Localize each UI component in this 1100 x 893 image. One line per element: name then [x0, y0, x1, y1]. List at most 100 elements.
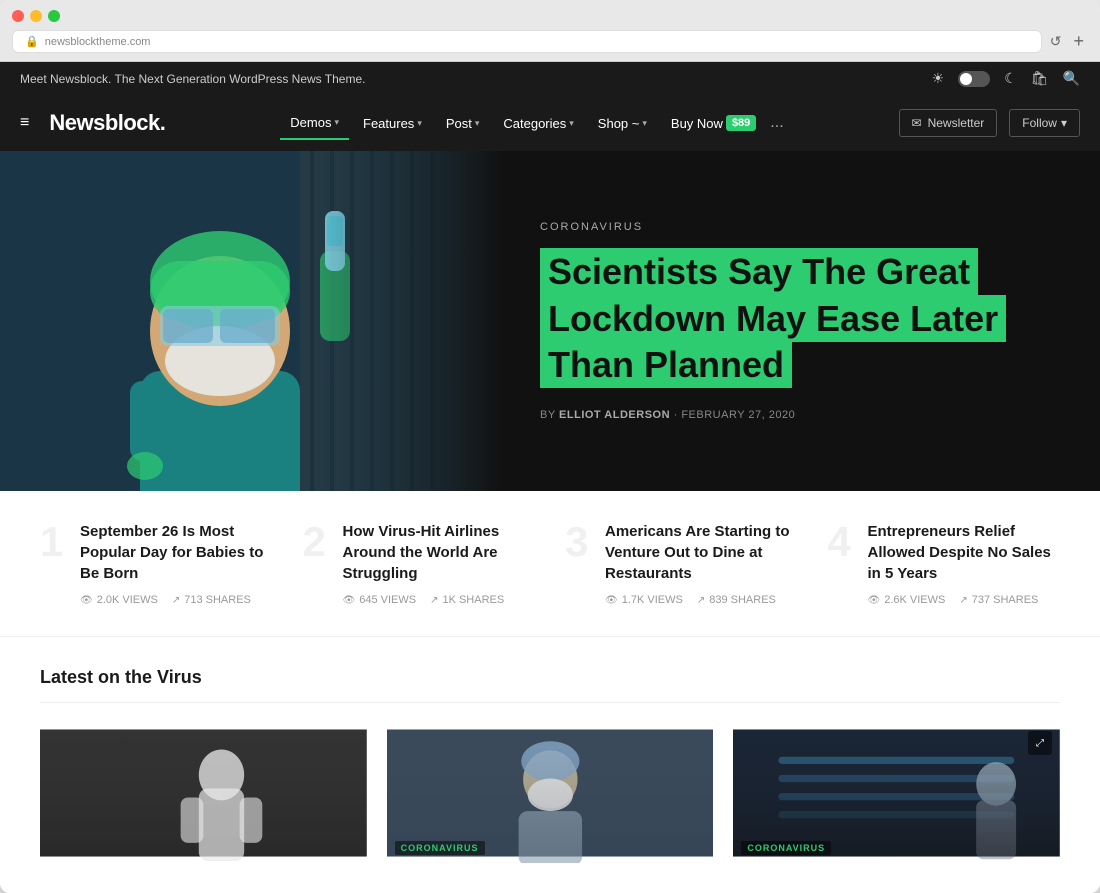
trending-item-3[interactable]: 3 Americans Are Starting to Venture Out …	[565, 521, 798, 606]
browser-chrome: 🔒 newsblocktheme.com ↺ +	[0, 0, 1100, 62]
eye-icon: 👁	[343, 595, 356, 606]
hero-section: CORONAVIRUS Scientists Say The Great Loc…	[0, 151, 1100, 491]
trending-item-1[interactable]: 1 September 26 Is Most Popular Day for B…	[40, 521, 273, 606]
trending-meta-3: 👁 1.7K VIEWS ↗ 839 SHARES	[605, 594, 798, 606]
eye-icon: 👁	[80, 595, 93, 606]
hero-date: FEBRUARY 27, 2020	[681, 409, 795, 421]
trending-meta-4: 👁 2.6K VIEWS ↗ 737 SHARES	[868, 594, 1061, 606]
share-icon: ↗	[959, 595, 967, 606]
shares-2: ↗ 1K SHARES	[430, 594, 504, 606]
trending-number-3: 3	[565, 521, 588, 563]
hero-content: CORONAVIRUS Scientists Say The Great Loc…	[500, 151, 1100, 491]
nav-buy-now[interactable]: Buy Now $89	[661, 107, 766, 139]
expand-icon-3[interactable]: ⤢	[1028, 731, 1052, 755]
trending-item-2[interactable]: 2 How Virus-Hit Airlines Around the Worl…	[303, 521, 536, 606]
browser-window: 🔒 newsblocktheme.com ↺ + Meet Newsblock.…	[0, 0, 1100, 893]
bag-icon[interactable]: 🛍	[1031, 70, 1049, 87]
card1-image-svg	[40, 723, 367, 863]
share-icon: ↗	[172, 595, 180, 606]
top-notice-right: ☀ ☾ 🛍 🔍	[932, 70, 1080, 87]
notice-text: Meet Newsblock. The Next Generation Word…	[20, 72, 365, 86]
trending-number-4: 4	[828, 521, 851, 563]
hero-image	[0, 151, 500, 491]
hamburger-menu[interactable]: ≡	[20, 114, 29, 132]
chevron-down-icon: ▾	[1061, 116, 1067, 130]
nav-features[interactable]: Features ▾	[353, 108, 432, 139]
url-text: newsblocktheme.com	[45, 36, 151, 48]
share-icon: ↗	[430, 595, 438, 606]
price-badge: $89	[726, 115, 756, 131]
trending-title-4: Entrepreneurs Relief Allowed Despite No …	[868, 521, 1061, 584]
nav-categories[interactable]: Categories ▾	[493, 108, 583, 139]
minimize-button[interactable]	[30, 10, 42, 22]
shares-4: ↗ 737 SHARES	[959, 594, 1038, 606]
newsletter-button[interactable]: ✉ Newsletter	[899, 109, 998, 137]
hero-title: Scientists Say The Great Lockdown May Ea…	[540, 249, 1060, 389]
section-title: Latest on the Virus	[40, 667, 1060, 703]
trending-number-2: 2	[303, 521, 326, 563]
views-2: 👁 645 VIEWS	[343, 594, 417, 606]
maximize-button[interactable]	[48, 10, 60, 22]
website-content: Meet Newsblock. The Next Generation Word…	[0, 62, 1100, 893]
views-1: 👁 2.0K VIEWS	[80, 594, 158, 606]
sun-icon[interactable]: ☀	[932, 70, 945, 87]
lock-icon: 🔒	[25, 35, 39, 48]
trending-number-1: 1	[40, 521, 63, 563]
dark-mode-toggle[interactable]	[958, 71, 990, 87]
moon-icon[interactable]: ☾	[1004, 70, 1017, 87]
trending-item-4[interactable]: 4 Entrepreneurs Relief Allowed Despite N…	[828, 521, 1061, 606]
nav-right: ✉ Newsletter Follow ▾	[899, 109, 1080, 137]
trending-section: 1 September 26 Is Most Popular Day for B…	[0, 491, 1100, 637]
nav-left: ≡ Newsblock.	[20, 110, 165, 136]
nav-post[interactable]: Post ▾	[436, 108, 490, 139]
top-notice-bar: Meet Newsblock. The Next Generation Word…	[0, 62, 1100, 95]
address-bar[interactable]: 🔒 newsblocktheme.com	[12, 30, 1042, 53]
latest-card-2[interactable]: CORONAVIRUS	[387, 723, 714, 873]
card2-category: CORONAVIRUS	[395, 841, 485, 855]
nav-shop[interactable]: Shop ~ ▾	[588, 108, 657, 139]
latest-section: Latest on the Virus	[0, 637, 1100, 893]
search-icon[interactable]: 🔍	[1063, 70, 1080, 87]
card3-category: CORONAVIRUS	[741, 841, 831, 855]
logo-text: Newsblock.	[49, 110, 165, 135]
shares-1: ↗ 713 SHARES	[172, 594, 251, 606]
follow-button[interactable]: Follow ▾	[1009, 109, 1080, 137]
hero-author-prefix: BY	[540, 409, 555, 421]
latest-card-image-2: CORONAVIRUS	[387, 723, 714, 863]
latest-grid: CORONAVIRUS	[40, 723, 1060, 873]
trending-meta-1: 👁 2.0K VIEWS ↗ 713 SHARES	[80, 594, 273, 606]
views-3: 👁 1.7K VIEWS	[605, 594, 683, 606]
latest-card-image-1	[40, 723, 367, 863]
latest-card-3[interactable]: ⤢ CORONAVIRUS	[733, 723, 1060, 873]
new-tab-button[interactable]: +	[1069, 31, 1088, 52]
reload-button[interactable]: ↺	[1050, 33, 1062, 50]
hero-meta: BY ELLIOT ALDERSON · FEBRUARY 27, 2020	[540, 409, 1060, 421]
eye-icon: 👁	[605, 595, 618, 606]
main-nav: ≡ Newsblock. Demos ▾ Features ▾ Post ▾	[0, 95, 1100, 151]
trending-title-1: September 26 Is Most Popular Day for Bab…	[80, 521, 273, 584]
trending-grid: 1 September 26 Is Most Popular Day for B…	[40, 521, 1060, 606]
close-button[interactable]	[12, 10, 24, 22]
nav-links: Demos ▾ Features ▾ Post ▾ Categories ▾ S…	[280, 107, 783, 140]
hero-category: CORONAVIRUS	[540, 221, 1060, 233]
more-options-button[interactable]: ...	[770, 114, 783, 132]
chevron-down-icon: ▾	[334, 117, 339, 128]
eye-icon: 👁	[868, 595, 881, 606]
envelope-icon: ✉	[912, 116, 922, 130]
hero-title-line2: Lockdown May Ease Later	[540, 295, 1006, 342]
hero-doctor-svg	[0, 151, 500, 491]
latest-card-image-3: ⤢ CORONAVIRUS	[733, 723, 1060, 863]
shares-3: ↗ 839 SHARES	[697, 594, 776, 606]
hero-title-line3: Than Planned	[540, 341, 792, 388]
chevron-down-icon: ▾	[642, 118, 647, 129]
hero-author: ELLIOT ALDERSON	[559, 409, 670, 421]
trending-title-3: Americans Are Starting to Venture Out to…	[605, 521, 798, 584]
latest-card-1[interactable]	[40, 723, 367, 873]
site-logo: Newsblock.	[49, 110, 165, 136]
nav-demos[interactable]: Demos ▾	[280, 107, 349, 140]
hero-title-line1: Scientists Say The Great	[540, 248, 978, 295]
trending-meta-2: 👁 645 VIEWS ↗ 1K SHARES	[343, 594, 536, 606]
window-controls	[12, 10, 1088, 22]
share-icon: ↗	[697, 595, 705, 606]
chevron-down-icon: ▾	[417, 118, 422, 129]
